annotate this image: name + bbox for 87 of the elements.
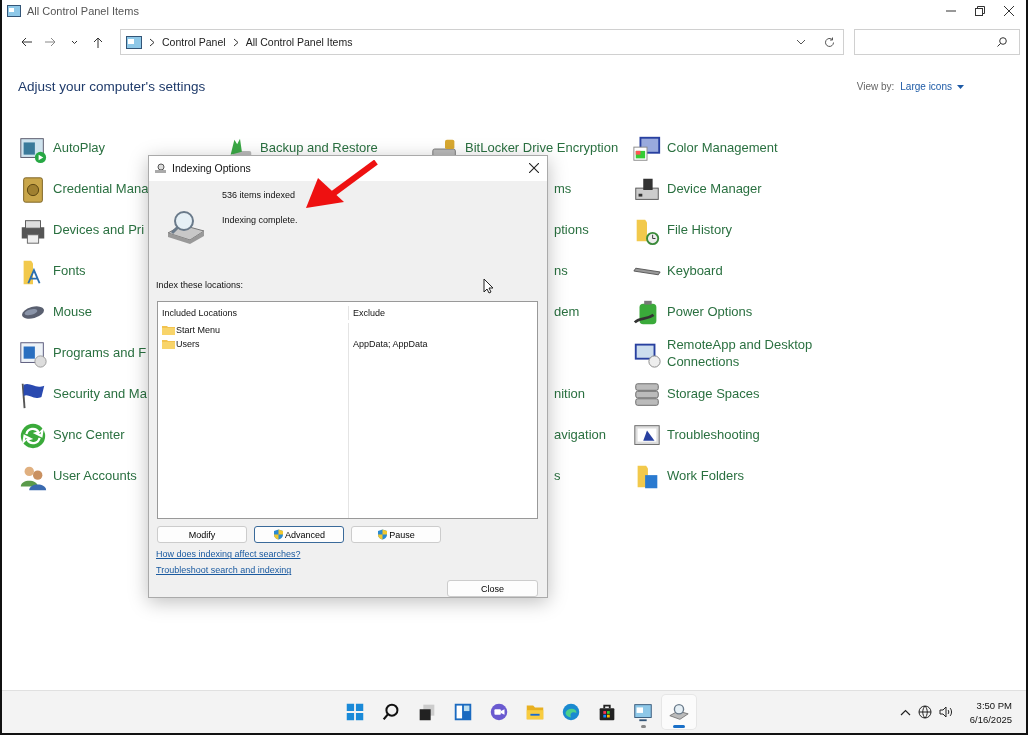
control-panel-link[interactable]: s — [554, 468, 561, 485]
control-panel-link[interactable]: Device Manager — [667, 181, 762, 198]
back-icon[interactable] — [20, 37, 32, 47]
search-field[interactable] — [854, 29, 1020, 55]
control-panel-icon — [7, 5, 21, 17]
control-panel-link[interactable]: ms — [554, 181, 572, 198]
control-panel-link[interactable]: Credential Mana — [53, 181, 149, 198]
speaker-icon[interactable] — [938, 706, 953, 718]
control-panel-link[interactable]: BitLocker Drive Encryption — [465, 140, 619, 157]
close-icon[interactable] — [1004, 6, 1014, 16]
restore-icon[interactable] — [975, 6, 985, 16]
control-panel-link[interactable]: Fonts — [53, 263, 86, 280]
section-label: Index these locations: — [156, 279, 244, 290]
indexing-status: Indexing complete. — [222, 214, 298, 225]
keyboard-icon — [632, 267, 662, 276]
control-panel-link[interactable]: RemoteApp and Desktop Connections — [667, 336, 837, 371]
breadcrumb[interactable]: Control Panel — [162, 36, 226, 48]
dialog-title: Indexing Options — [172, 162, 251, 175]
column-header: Exclude — [353, 307, 386, 318]
control-panel-link[interactable]: Work Folders — [667, 468, 745, 485]
shield-icon — [377, 529, 389, 541]
shield-icon — [273, 529, 284, 541]
control-panel-link[interactable]: Storage Spaces — [667, 386, 760, 403]
control-panel-icon — [126, 35, 142, 49]
location-cell[interactable]: Start Menu — [176, 324, 221, 335]
control-panel-link[interactable]: Mouse — [53, 304, 93, 321]
control-panel-link[interactable]: Color Management — [667, 140, 778, 157]
up-icon[interactable] — [93, 36, 103, 48]
running-indicator — [640, 725, 646, 728]
control-panel-link[interactable]: Programs and F — [53, 345, 147, 362]
running-indicator — [673, 725, 685, 728]
control-panel-link[interactable]: nition — [554, 386, 586, 403]
control-panel-icon[interactable] — [632, 701, 654, 723]
control-panel-link[interactable]: avigation — [554, 427, 607, 444]
control-panel-link[interactable]: ns — [554, 263, 568, 280]
view-dropdown[interactable]: Large icons — [900, 81, 964, 92]
chevron-down-icon[interactable] — [796, 39, 806, 45]
control-panel-link[interactable]: Keyboard — [667, 263, 723, 280]
refresh-icon[interactable] — [824, 36, 835, 48]
breadcrumb[interactable]: All Control Panel Items — [245, 36, 353, 48]
folder-icon — [162, 338, 175, 349]
forward-icon[interactable] — [44, 37, 56, 47]
column-header: Included Locations — [162, 307, 238, 318]
globe-icon[interactable] — [917, 705, 932, 719]
indexed-count: 536 items indexed — [222, 189, 297, 200]
control-panel-link[interactable]: AutoPlay — [53, 140, 106, 157]
control-panel-link[interactable]: Backup and Restore — [260, 140, 378, 157]
clock-time[interactable]: 3:50 PM — [976, 699, 1012, 711]
control-panel-link[interactable]: Devices and Pri — [53, 222, 145, 239]
cursor-icon — [483, 278, 494, 294]
dialog-button[interactable]: Modify — [157, 526, 247, 544]
magnifier-drive-icon — [166, 208, 206, 245]
dialog-button[interactable]: Pause — [351, 526, 441, 544]
control-panel-link[interactable]: Troubleshooting — [667, 427, 760, 444]
control-panel-link[interactable]: User Accounts — [53, 468, 137, 485]
widgets-icon[interactable] — [452, 701, 474, 723]
control-panel-link[interactable]: Security and Ma — [53, 386, 147, 403]
close-button[interactable]: Close — [447, 580, 538, 597]
address-bar[interactable]: Control Panel All Control Panel Items — [120, 29, 844, 55]
chat-icon[interactable] — [488, 701, 510, 723]
view-by-label: View by: — [856, 81, 895, 92]
window-title: All Control Panel Items — [27, 5, 139, 17]
exclude-cell: AppData; AppData — [353, 338, 428, 349]
control-panel-link[interactable]: File History — [667, 222, 732, 239]
browser-icon[interactable] — [560, 701, 582, 723]
magnifier-drive-icon[interactable] — [668, 701, 690, 723]
help-link[interactable]: How does indexing affect searches? — [156, 549, 301, 560]
chevron-icon — [232, 37, 239, 47]
close-icon[interactable] — [529, 163, 539, 174]
help-link[interactable]: Troubleshoot search and indexing — [156, 565, 292, 576]
dropdown-icon[interactable] — [70, 39, 78, 45]
page-heading: Adjust your computer's settings — [18, 79, 206, 94]
chevron-icon — [149, 37, 155, 47]
control-panel-link[interactable]: ptions — [554, 222, 589, 239]
search-icon[interactable] — [997, 37, 1007, 47]
clock-date[interactable]: 6/16/2025 — [969, 713, 1012, 725]
folder-icon — [162, 324, 175, 335]
caret-icon — [957, 84, 964, 89]
control-panel-link[interactable]: Sync Center — [53, 427, 125, 444]
start-icon[interactable] — [344, 701, 366, 723]
arrow-annotation — [306, 160, 378, 208]
control-panel-link[interactable]: Power Options — [667, 304, 753, 321]
control-panel-link[interactable]: dem — [554, 304, 580, 321]
dialog-button[interactable]: Advanced — [254, 526, 344, 544]
location-cell[interactable]: Users — [176, 338, 200, 349]
magnifier-drive-icon — [154, 162, 167, 174]
chevron-up-icon[interactable] — [899, 708, 911, 716]
